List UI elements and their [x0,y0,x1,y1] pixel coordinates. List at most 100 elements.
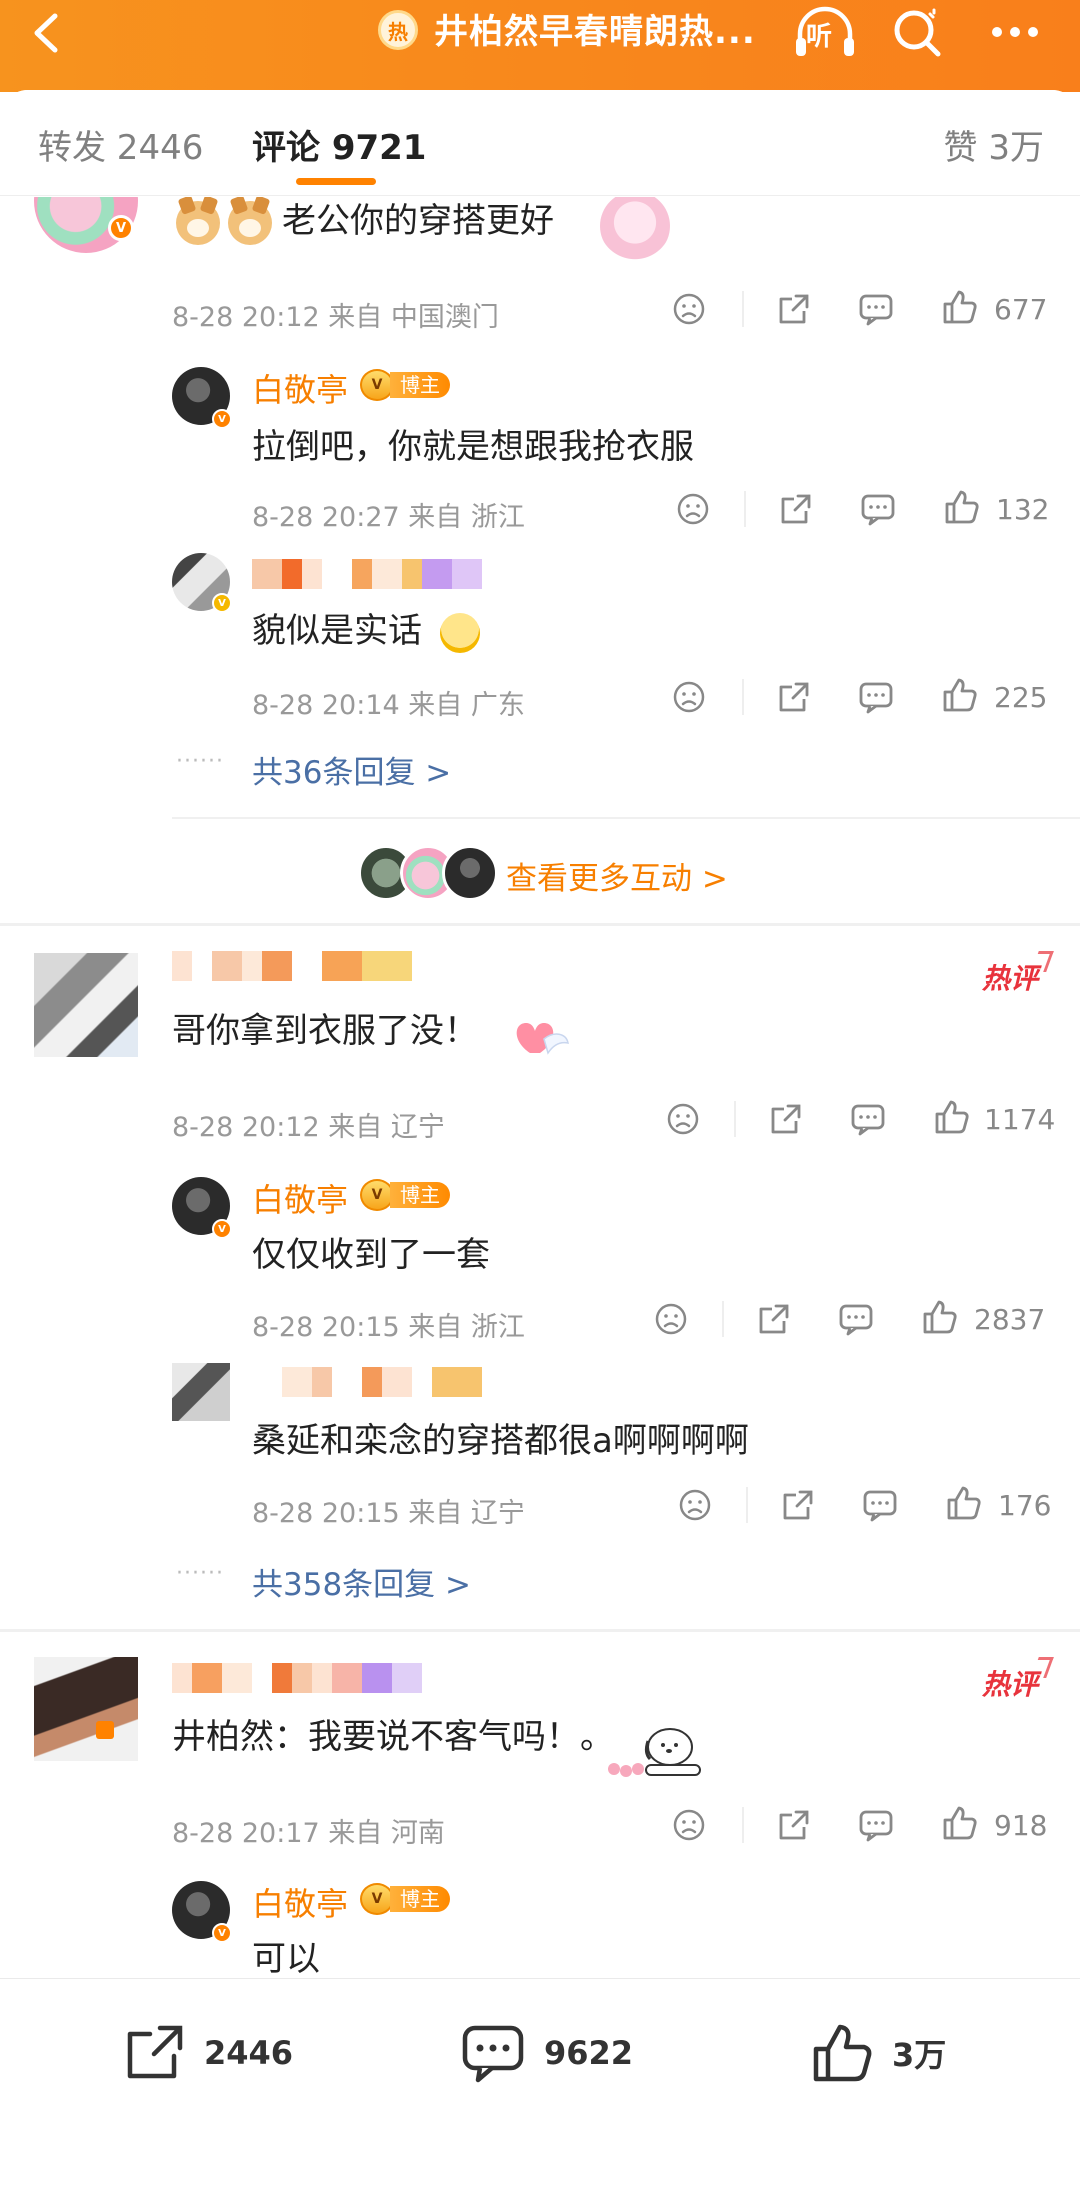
comment-feed: V 老公你的穿搭更好 8-28 20:12 来自 中国澳门 677 V 白敬亭 … [0,197,1080,1979]
reply-text: 貌似是实话 [252,611,422,651]
crown-icon: V [360,1883,394,1915]
hot-icon: 热 [378,10,418,50]
like-icon[interactable] [942,1801,978,1845]
tab-comments[interactable]: 评论 9721 [252,120,426,169]
comment-text: 井柏然：我要说不客气吗！。 [172,1717,614,1757]
share-icon[interactable] [768,1097,804,1141]
like-icon [813,2024,872,2082]
reply-icon[interactable] [838,1297,874,1341]
view-replies-link[interactable]: 共358条回复 > [252,1559,471,1604]
reply-icon[interactable] [858,287,894,331]
verified-badge: V [212,1219,232,1239]
like-icon[interactable] [944,485,980,529]
comment-meta: 8-28 20:12 来自 中国澳门 [172,302,499,333]
share-icon[interactable] [776,1803,812,1847]
sticker-image [600,197,670,261]
crown-icon: V [360,1179,394,1211]
dislike-icon[interactable] [666,1097,700,1141]
share-icon[interactable] [780,1483,816,1527]
author-name[interactable]: 白敬亭 [252,365,348,411]
blurred-username [172,951,412,981]
search-icon[interactable] [890,6,946,62]
reply-icon[interactable] [858,1803,894,1847]
tab-repost[interactable]: 转发 2446 [38,120,203,169]
blogger-badge: V 博主 [360,1883,450,1915]
repost-count: 2446 [204,2034,294,2072]
top-bar: 热 井柏然早春晴朗热... 听 [0,0,1080,92]
like-count: 918 [994,1809,1048,1842]
dislike-icon[interactable] [672,1803,706,1847]
view-more-interactions-link[interactable]: 查看更多互动 > [506,853,728,898]
verified-badge: V [212,409,232,429]
verified-badge: V [212,593,232,613]
like-icon[interactable] [942,673,978,717]
verified-badge: V [108,215,134,241]
heart-sticker [510,1013,572,1065]
section-divider [0,1629,1080,1632]
dislike-icon[interactable] [678,1483,712,1527]
dislike-icon[interactable] [672,287,706,331]
reply-icon[interactable] [860,487,896,531]
tab-likes[interactable]: 赞 3万 [944,120,1044,169]
author-name[interactable]: 白敬亭 [252,1175,348,1221]
section-divider [0,923,1080,926]
share-icon[interactable] [778,487,814,531]
crown-icon: V [360,369,394,401]
listen-button[interactable]: 听 [792,4,858,62]
author-name[interactable]: 白敬亭 [252,1879,348,1925]
like-count: 677 [994,293,1048,326]
crying-emoji [440,613,480,653]
divider [744,491,746,527]
more-icon[interactable] [985,4,1045,60]
reply-icon[interactable] [858,675,894,719]
tab-bar: 转发 2446 评论 9721 赞 3万 [0,90,1080,196]
divider [742,679,744,715]
share-icon [127,2025,183,2079]
reply-meta: 8-28 20:15 来自 浙江 [252,1312,525,1343]
avatar[interactable] [34,953,138,1057]
dislike-icon[interactable] [654,1297,688,1341]
avatar[interactable] [34,1657,138,1761]
comment-button[interactable]: 9622 [460,2021,633,2085]
verified-badge: V [212,1923,232,1943]
back-icon[interactable] [22,8,72,58]
divider [734,1101,736,1137]
divider [172,817,1080,819]
reply-meta: 8-28 20:14 来自 广东 [252,690,525,721]
comment-meta: 8-28 20:12 来自 辽宁 [172,1112,445,1143]
avatar[interactable] [172,1363,230,1421]
dislike-icon[interactable] [672,675,706,719]
blurred-username [252,559,482,589]
blurred-username [252,1367,482,1397]
share-icon[interactable] [776,287,812,331]
like-icon[interactable] [946,1481,982,1525]
page-title[interactable]: 井柏然早春晴朗热... [434,10,756,54]
pochacco-sticker [600,1713,710,1779]
comment-meta: 8-28 20:17 来自 河南 [172,1818,445,1849]
reply-icon[interactable] [862,1483,898,1527]
like-icon[interactable] [922,1295,958,1339]
view-replies-link[interactable]: 共36条回复 > [252,747,451,792]
like-icon[interactable] [934,1095,970,1139]
like-count: 132 [996,493,1050,526]
share-icon[interactable] [776,675,812,719]
like-count: 176 [998,1489,1052,1522]
listen-label: 听 [806,22,833,52]
repost-button[interactable]: 2446 [122,2021,293,2085]
dots: ······ [176,749,224,774]
blogger-badge: V 博主 [360,1179,450,1211]
divider [722,1301,724,1337]
reply-icon[interactable] [850,1097,886,1141]
like-button[interactable]: 3万 [810,2021,946,2085]
weibo-comment-page: 热 井柏然早春晴朗热... 听 转发 2446 评论 9721 赞 3万 V 老… [0,0,1080,2194]
dots: ······ [176,1561,224,1586]
active-tab-indicator [296,178,376,185]
dislike-icon[interactable] [676,487,710,531]
share-icon[interactable] [756,1297,792,1341]
reply-text: 仅仅收到了一套 [252,1235,490,1275]
blurred-username [172,1663,422,1693]
divider [742,1807,744,1843]
reply-meta: 8-28 20:15 来自 辽宁 [252,1498,525,1529]
like-icon[interactable] [942,285,978,329]
hot-comment-badge: 热评 [982,1663,1038,1703]
